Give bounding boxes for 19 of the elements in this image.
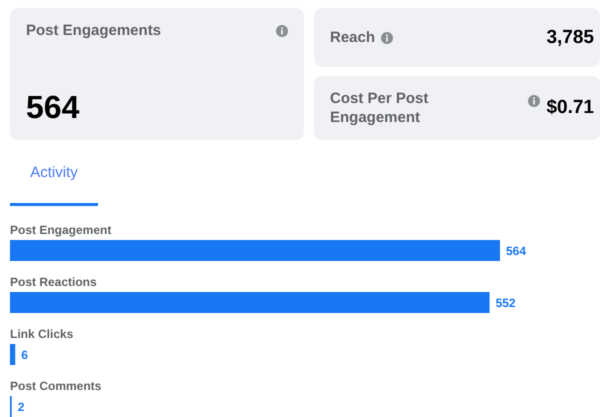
bar-label: Post Comments xyxy=(10,379,102,393)
card-label: Reach xyxy=(330,28,376,48)
card-value: $0.71 xyxy=(546,97,594,119)
card-label: Post Engagements xyxy=(26,22,162,39)
bar-label: Post Reactions xyxy=(10,275,97,289)
tab[interactable]: Activity xyxy=(10,158,98,206)
card-label: Cost Per Post Engagement xyxy=(330,88,430,128)
value-label: 564 xyxy=(506,244,526,258)
value-label: 552 xyxy=(496,296,516,310)
card-value: 564 xyxy=(26,89,80,126)
info-icon xyxy=(381,32,394,44)
bar-label: Link Clicks xyxy=(10,327,74,341)
value-label: 2 xyxy=(18,400,24,414)
card-value: 3,785 xyxy=(546,26,594,48)
info-icon xyxy=(528,95,540,107)
bar xyxy=(10,344,16,365)
bar-label: Post Engagement xyxy=(10,223,112,237)
value-label: 6 xyxy=(21,348,28,362)
info-icon xyxy=(276,24,288,36)
